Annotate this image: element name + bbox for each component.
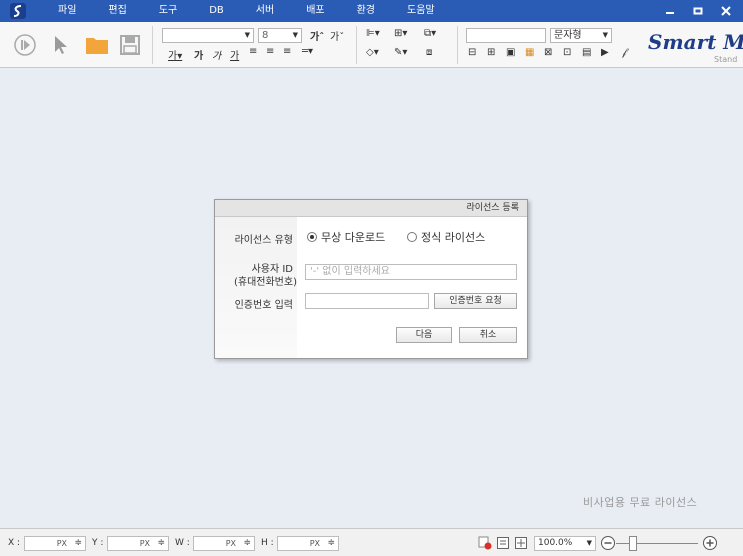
brand-logo: Smart Mak [648, 30, 743, 54]
auth-code-label: 인증번호 입력 [234, 300, 293, 311]
component-name-field[interactable] [466, 28, 546, 43]
zoom-in-icon[interactable] [702, 535, 718, 551]
font-family-select[interactable]: ▼ [162, 28, 254, 43]
error-icon[interactable] [478, 536, 492, 550]
widget-icon-7[interactable]: ▤ [582, 47, 591, 58]
cancel-button[interactable]: 취소 [459, 327, 517, 343]
play-widget-icon[interactable]: ▶ [601, 47, 609, 58]
widget-icon-2[interactable]: ⊞ [487, 47, 495, 58]
grid-icon[interactable]: ⊞▾ [394, 28, 407, 39]
font-grow-icon[interactable]: 가ˆ [310, 28, 324, 43]
maximize-icon[interactable] [691, 4, 705, 18]
layer-icon[interactable]: ⧉▾ [424, 28, 436, 39]
font-size-select[interactable]: 8 ▼ [258, 28, 302, 43]
widget-icon-6[interactable]: ⊡ [563, 47, 571, 58]
text-type-select[interactable]: 문자형 ▼ [550, 28, 612, 43]
menu-deploy[interactable]: 배포 [290, 0, 340, 22]
align-left-icon[interactable]: ≡ [249, 46, 257, 57]
w-label: W : [175, 538, 190, 548]
widget-icon-1[interactable]: ⊟ [468, 47, 476, 58]
radio-free-download[interactable]: 무상 다운로드 [307, 229, 385, 245]
menu-server[interactable]: 서버 [240, 0, 290, 22]
auth-request-button[interactable]: 인증번호 요청 [434, 293, 517, 309]
widget-icon-4[interactable]: ▦ [525, 47, 534, 58]
y-field[interactable]: PX ≑ [107, 536, 169, 551]
x-field[interactable]: PX ≑ [24, 536, 86, 551]
run-icon[interactable] [12, 32, 38, 58]
italic-icon[interactable]: 가 [212, 47, 221, 62]
license-dialog: 라이선스 등록 라이선스 유형 무상 다운로드 정식 라이선스 사용자 ID (… [214, 199, 528, 359]
auth-code-input[interactable] [305, 293, 429, 309]
zoom-select[interactable]: 100.0% ▼ [534, 536, 596, 551]
radio-checked-icon [307, 232, 317, 242]
menu-help[interactable]: 도움말 [391, 0, 451, 22]
radio-unchecked-icon [407, 232, 417, 242]
user-id-sublabel: (휴대전화번호) [233, 277, 297, 288]
open-folder-icon[interactable] [84, 33, 110, 57]
dialog-title: 라이선스 등록 [215, 200, 527, 217]
minimize-icon[interactable] [663, 4, 677, 18]
menu-file[interactable]: 파일 [42, 0, 92, 22]
menu-environment[interactable]: 환경 [341, 0, 391, 22]
y-label: Y : [92, 538, 104, 548]
line-style-icon[interactable]: ═▾ [302, 46, 313, 57]
next-button[interactable]: 다음 [396, 327, 452, 343]
close-icon[interactable] [719, 4, 733, 18]
fill-color-icon[interactable]: ◇▾ [366, 47, 379, 58]
brand-edition: Stand [714, 55, 738, 64]
zoom-slider-thumb[interactable] [629, 536, 637, 551]
fit-screen-icon[interactable] [514, 536, 528, 550]
font-color-icon[interactable]: 가▾ [168, 47, 182, 62]
bold-icon[interactable]: 가 [194, 47, 203, 62]
save-icon[interactable] [118, 33, 142, 57]
app-logo-icon[interactable] [8, 2, 28, 20]
license-watermark: 비사업용 무료 라이선스 [583, 496, 698, 509]
user-id-input[interactable]: '-' 없이 입력하세요 [305, 264, 517, 280]
border-color-icon[interactable]: ✎▾ [394, 47, 407, 58]
widget-icon-3[interactable]: ▣ [506, 47, 515, 58]
font-shrink-icon[interactable]: 가ˇ [330, 28, 344, 43]
pointer-icon[interactable] [50, 32, 72, 58]
zoom-out-icon[interactable] [600, 535, 616, 551]
page-icon[interactable] [496, 536, 510, 550]
align-right-icon[interactable]: ≡ [283, 46, 291, 57]
menu-tools[interactable]: 도구 [143, 0, 193, 22]
align-center-icon[interactable]: ≡ [266, 46, 274, 57]
underline-icon[interactable]: 가 [230, 47, 239, 62]
copy-format-icon[interactable]: ⧈ [426, 47, 432, 58]
license-type-label: 라이선스 유형 [234, 235, 293, 246]
h-field[interactable]: PX ≑ [277, 536, 339, 551]
radio-official-license[interactable]: 정식 라이선스 [407, 229, 487, 245]
menu-edit[interactable]: 편집 [92, 0, 142, 22]
toolbar: ▼ 8 ▼ 가ˆ 가ˇ 가▾ 가 가 가 ≡ ≡ ≡ ═▾ ⊫▾ ⊞▾ ⧉▾ ◇▾… [0, 22, 743, 68]
script-icon[interactable]: 𝒻 [622, 47, 626, 58]
menu-db[interactable]: DB [193, 0, 240, 22]
menu-bar: 파일 편집 도구 DB 서버 배포 환경 도움말 [0, 0, 743, 22]
x-label: X : [8, 538, 21, 548]
h-label: H : [261, 538, 274, 548]
align-objects-icon[interactable]: ⊫▾ [366, 28, 380, 39]
status-bar: X : PX ≑ Y : PX ≑ W : PX ≑ H : PX ≑ 100.0% ▼ [0, 528, 743, 556]
widget-icon-5[interactable]: ⊠ [544, 47, 552, 58]
w-field[interactable]: PX ≑ [193, 536, 255, 551]
